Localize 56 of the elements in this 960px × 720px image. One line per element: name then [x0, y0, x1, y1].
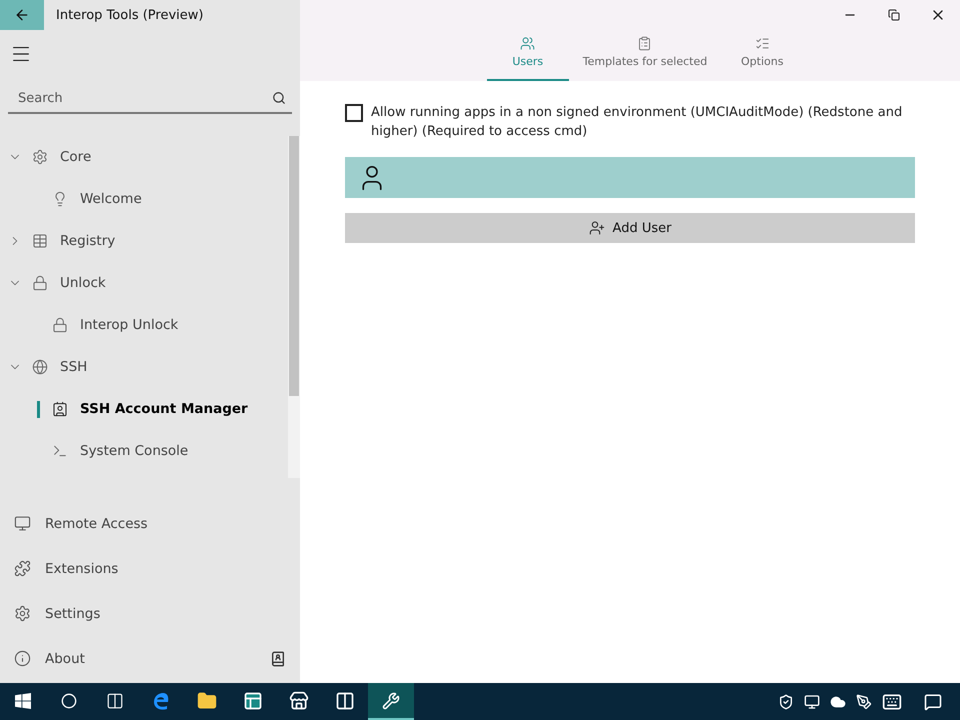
panels-icon — [335, 690, 355, 710]
lock-icon — [32, 275, 48, 291]
task-view-icon — [106, 692, 124, 710]
nav-item[interactable]: Settings — [14, 605, 100, 622]
users-icon — [520, 36, 536, 51]
shield-icon[interactable] — [778, 694, 794, 710]
nav-item[interactable]: Registry — [60, 233, 116, 249]
tab[interactable]: Options — [721, 30, 804, 81]
nav-item[interactable]: SSH Account Manager — [80, 401, 248, 417]
tab[interactable]: Users — [486, 30, 569, 81]
nav-item[interactable]: Welcome — [80, 191, 142, 207]
checkbox[interactable] — [345, 104, 363, 122]
keyboard-icon[interactable] — [882, 692, 902, 712]
nav-item[interactable]: Extensions — [14, 560, 118, 577]
nav-item[interactable]: System Console — [80, 443, 188, 459]
window-title: Interop Tools (Preview) — [56, 8, 204, 22]
store-icon — [289, 690, 309, 710]
e-logo-icon — [151, 690, 171, 710]
nav-item[interactable]: About — [14, 650, 85, 667]
search-field[interactable]: Search — [16, 90, 272, 106]
folder-icon — [197, 690, 217, 710]
notifications-icon[interactable] — [924, 692, 942, 710]
puzzle-icon — [14, 560, 31, 577]
nav-item[interactable]: Interop Unlock — [80, 317, 178, 333]
nav-item[interactable]: SSH — [60, 359, 88, 375]
monitor-icon — [14, 515, 31, 532]
nav-item[interactable]: Unlock — [60, 275, 106, 291]
contact-book-icon[interactable] — [270, 650, 286, 666]
info-icon — [14, 650, 31, 667]
gear-icon — [32, 149, 48, 165]
contact-icon — [52, 401, 68, 417]
clipboard-icon — [637, 36, 652, 51]
terminal-icon — [52, 443, 68, 459]
checkbox-label: Allow running apps in a non signed environment (UMCIAuditMode) (Redstone and higher) (Required to access cmd) — [371, 104, 904, 141]
globe-icon — [32, 359, 48, 375]
tab[interactable]: Templates for selected — [574, 30, 716, 81]
taskbar-app[interactable] — [368, 683, 414, 720]
network-icon[interactable] — [804, 694, 820, 710]
pen-icon[interactable] — [856, 694, 872, 710]
gear-icon — [14, 605, 31, 622]
windows-logo-icon — [15, 692, 31, 708]
circle-icon — [61, 692, 77, 708]
nav-item[interactable]: Core — [60, 149, 92, 165]
grid-icon — [32, 233, 48, 249]
wrench-icon — [382, 692, 400, 710]
checklist-icon — [754, 36, 770, 51]
nav-item[interactable]: Remote Access — [14, 515, 148, 532]
add-user-icon — [588, 220, 605, 236]
restore-icon — [888, 9, 900, 21]
window-icon — [243, 690, 263, 710]
cloud-icon[interactable] — [830, 694, 846, 710]
back-button[interactable] — [0, 0, 44, 30]
search-icon[interactable] — [272, 91, 286, 105]
add-user-button[interactable]: Add User — [345, 213, 915, 243]
lock-icon — [52, 317, 68, 333]
scrollbar[interactable] — [288, 136, 300, 478]
